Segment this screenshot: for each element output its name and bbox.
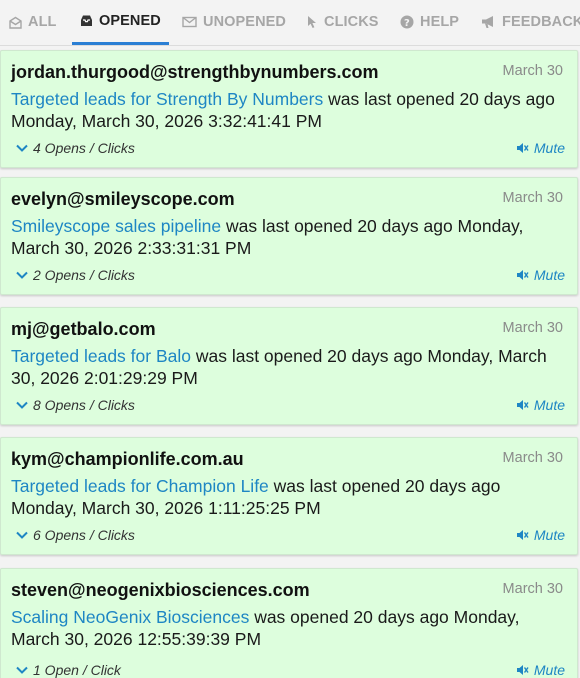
recipient-email: mj@getbalo.com — [11, 319, 156, 339]
envelope-icon — [182, 16, 197, 28]
tab-opened[interactable]: OPENED — [72, 0, 169, 45]
opens-count: 2 Opens / Clicks — [33, 267, 135, 283]
tab-label: ALL — [28, 14, 57, 30]
mute-label: Mute — [533, 527, 565, 543]
mute-label: Mute — [533, 662, 565, 678]
speaker-mute-icon — [516, 269, 529, 281]
opens-count: 4 Opens / Clicks — [33, 140, 135, 156]
speaker-mute-icon — [516, 142, 529, 154]
mute-label: Mute — [533, 397, 565, 413]
cursor-icon — [307, 15, 318, 29]
speaker-mute-icon — [516, 399, 529, 411]
list-item[interactable]: jordan.thurgood@strengthbynumbers.com Ma… — [0, 50, 578, 168]
recipient-email: evelyn@smileyscope.com — [11, 189, 235, 209]
tab-label: HELP — [420, 14, 460, 30]
tab-label: OPENED — [99, 12, 161, 29]
opens-toggle[interactable]: 4 Opens / Clicks — [16, 140, 135, 156]
subject-link[interactable]: Targeted leads for Strength By Numbers — [11, 89, 323, 109]
tab-label: FEEDBACK — [502, 14, 580, 30]
list-item[interactable]: steven@neogenixbiosciences.com March 30 … — [0, 568, 578, 678]
opens-toggle[interactable]: 6 Opens / Clicks — [16, 527, 135, 543]
mute-button[interactable]: Mute — [516, 527, 565, 543]
opens-count: 6 Opens / Clicks — [33, 527, 135, 543]
subject-link[interactable]: Targeted leads for Champion Life — [11, 476, 269, 496]
speaker-mute-icon — [516, 664, 529, 676]
list-item[interactable]: evelyn@smileyscope.com March 30 Smileysc… — [0, 177, 578, 295]
mute-button[interactable]: Mute — [516, 397, 565, 413]
sent-date: March 30 — [502, 450, 563, 466]
speaker-mute-icon — [516, 529, 529, 541]
sent-date: March 30 — [502, 320, 563, 336]
mute-button[interactable]: Mute — [516, 140, 565, 156]
recipient-email: jordan.thurgood@strengthbynumbers.com — [11, 62, 379, 82]
chevron-down-icon — [16, 271, 28, 279]
mute-button[interactable]: Mute — [516, 662, 565, 678]
opens-toggle[interactable]: 2 Opens / Clicks — [16, 267, 135, 283]
opens-count: 1 Open / Click — [33, 662, 121, 678]
filter-tabs: ALL OPENED UNOPENED CLICKS ? HELP FEEDBA… — [0, 0, 580, 46]
open-status-message: Targeted leads for Balo was last opened … — [11, 345, 556, 389]
tab-clicks[interactable]: CLICKS — [307, 0, 379, 45]
open-status-message: Targeted leads for Champion Life was las… — [11, 475, 556, 519]
chevron-down-icon — [16, 531, 28, 539]
open-status-message: Smileyscope sales pipeline was last open… — [11, 215, 556, 259]
recipient-email: kym@championlife.com.au — [11, 449, 244, 469]
tab-help[interactable]: ? HELP — [400, 0, 459, 45]
megaphone-icon — [481, 15, 496, 29]
list-item[interactable]: mj@getbalo.com March 30 Targeted leads f… — [0, 307, 578, 425]
tab-label: CLICKS — [324, 14, 379, 30]
sent-date: March 30 — [502, 581, 563, 597]
sent-date: March 30 — [502, 63, 563, 79]
chevron-down-icon — [16, 144, 28, 152]
subject-link[interactable]: Scaling NeoGenix Biosciences — [11, 607, 249, 627]
inbox-icon — [80, 14, 93, 27]
opens-toggle[interactable]: 1 Open / Click — [16, 662, 121, 678]
recipient-email: steven@neogenixbiosciences.com — [11, 580, 310, 600]
chevron-down-icon — [16, 666, 28, 674]
subject-link[interactable]: Smileyscope sales pipeline — [11, 216, 221, 236]
opens-toggle[interactable]: 8 Opens / Clicks — [16, 397, 135, 413]
question-icon: ? — [400, 15, 414, 29]
mute-label: Mute — [533, 140, 565, 156]
tab-all[interactable]: ALL — [9, 0, 57, 45]
list-item[interactable]: kym@championlife.com.au March 30 Targete… — [0, 437, 578, 555]
envelope-open-icon — [9, 16, 22, 29]
mute-button[interactable]: Mute — [516, 267, 565, 283]
opens-count: 8 Opens / Clicks — [33, 397, 135, 413]
open-status-message: Targeted leads for Strength By Numbers w… — [11, 88, 556, 132]
tab-feedback[interactable]: FEEDBACK — [481, 0, 580, 45]
tab-label: UNOPENED — [203, 14, 286, 30]
mute-label: Mute — [533, 267, 565, 283]
sent-date: March 30 — [502, 190, 563, 206]
chevron-down-icon — [16, 401, 28, 409]
tab-unopened[interactable]: UNOPENED — [182, 0, 286, 45]
svg-text:?: ? — [404, 18, 410, 29]
subject-link[interactable]: Targeted leads for Balo — [11, 346, 191, 366]
open-status-message: Scaling NeoGenix Biosciences was opened … — [11, 606, 556, 650]
